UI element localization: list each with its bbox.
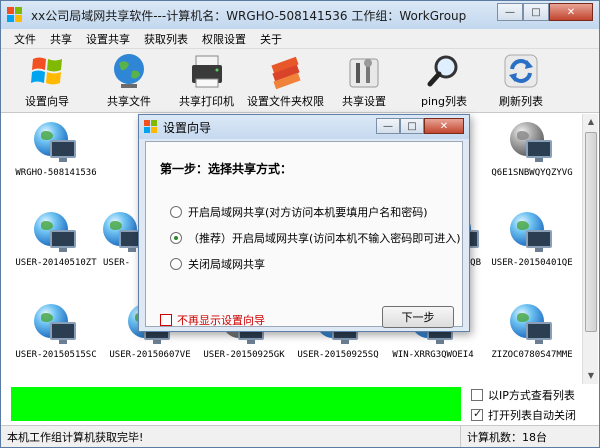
status-bar: 本机工作组计算机获取完毕! 计算机数：18台	[1, 425, 599, 447]
folder-permissions-button[interactable]: 设置文件夹权限	[247, 51, 324, 109]
toolbar: 设置向导 共享文件 共享打印机 设置文件夹权限 共享设置 ping列表 刷新列表	[1, 49, 599, 113]
menu-about[interactable]: 关于	[253, 31, 289, 47]
title-bar[interactable]: xx公司局域网共享软件---计算机名：WRGHO-508141536 工作组：W…	[1, 1, 599, 29]
ping-list-button[interactable]: ping列表	[421, 51, 467, 109]
dialog-body: 第一步：选择共享方式： 开启局域网共享(对方访问本机要填用户名和密码) （推荐）…	[145, 141, 463, 328]
radio-share-with-password[interactable]: 开启局域网共享(对方访问本机要填用户名和密码)	[170, 204, 428, 220]
magnifier-icon	[424, 51, 464, 91]
network-computer-icon	[34, 304, 78, 346]
menu-file[interactable]: 文件	[7, 31, 43, 47]
printer-icon	[187, 51, 227, 91]
computer-item[interactable]: Q6E1SNBWQYQZYVG	[485, 122, 579, 178]
tools-icon	[344, 51, 384, 91]
network-computer-icon	[510, 304, 554, 346]
windows-logo-icon	[7, 7, 23, 23]
step-heading: 第一步：选择共享方式：	[160, 162, 293, 176]
checkbox-box[interactable]	[160, 314, 172, 326]
close-button[interactable]: ✕	[549, 3, 593, 21]
radio-disable-share[interactable]: 关闭局域网共享	[170, 256, 265, 272]
computer-count: 计算机数：18台	[467, 430, 547, 444]
computer-item[interactable]: USER-20150515SC	[9, 304, 103, 360]
setup-wizard-button[interactable]: 设置向导	[25, 51, 69, 109]
scroll-down-icon[interactable]: ▼	[583, 368, 599, 384]
computer-item[interactable]: ZIZOC0780S47MME	[485, 304, 579, 360]
network-computer-offline-icon	[510, 122, 554, 164]
books-icon	[266, 51, 306, 91]
ip-view-checkbox[interactable]: 以IP方式查看列表	[471, 387, 576, 403]
share-settings-button[interactable]: 共享设置	[342, 51, 386, 109]
network-computer-icon	[34, 122, 78, 164]
refresh-list-button[interactable]: 刷新列表	[499, 51, 543, 109]
windows-logo-icon	[27, 51, 67, 91]
main-window: xx公司局域网共享软件---计算机名：WRGHO-508141536 工作组：W…	[0, 0, 600, 448]
auto-close-checkbox[interactable]: 打开列表自动关闭	[471, 407, 576, 423]
vertical-scrollbar[interactable]: ▲ ▼	[582, 114, 598, 384]
checkbox-box[interactable]	[471, 389, 483, 401]
radio-circle[interactable]	[170, 258, 182, 270]
share-printer-button[interactable]: 共享打印机	[179, 51, 234, 109]
globe-icon	[109, 51, 149, 91]
setup-wizard-dialog: 设置向导 — □ ✕ 第一步：选择共享方式： 开启局域网共享(对方访问本机要填用…	[138, 114, 470, 332]
options-panel: 以IP方式查看列表 打开列表自动关闭	[471, 387, 576, 427]
refresh-icon	[501, 51, 541, 91]
window-title: xx公司局域网共享软件---计算机名：WRGHO-508141536 工作组：W…	[31, 8, 467, 23]
scroll-thumb[interactable]	[585, 132, 597, 332]
dialog-maximize-button[interactable]: □	[400, 118, 424, 134]
menu-share[interactable]: 共享	[43, 31, 79, 47]
computer-item[interactable]: WRGHO-508141536	[9, 122, 103, 178]
dialog-title: 设置向导	[163, 120, 212, 135]
share-files-button[interactable]: 共享文件	[107, 51, 151, 109]
scroll-up-icon[interactable]: ▲	[583, 114, 599, 130]
radio-circle[interactable]	[170, 232, 182, 244]
computer-item[interactable]: USER-20150401QE	[485, 212, 579, 268]
menu-permissions[interactable]: 权限设置	[195, 31, 253, 47]
maximize-button[interactable]: □	[523, 3, 549, 21]
dont-show-wizard-checkbox[interactable]: 不再显示设置向导	[160, 312, 265, 328]
status-message: 本机工作组计算机获取完毕!	[1, 426, 461, 447]
radio-share-no-password[interactable]: （推荐）开启局域网共享(访问本机不输入密码即可进入)	[170, 230, 461, 246]
network-computer-icon	[34, 212, 78, 254]
windows-logo-icon	[144, 120, 158, 134]
dialog-minimize-button[interactable]: —	[376, 118, 400, 134]
menu-get-list[interactable]: 获取列表	[137, 31, 195, 47]
network-computer-icon	[510, 212, 554, 254]
dialog-title-bar[interactable]: 设置向导 — □ ✕	[139, 115, 469, 139]
minimize-button[interactable]: —	[497, 3, 523, 21]
menu-bar: 文件 共享 设置共享 获取列表 权限设置 关于	[1, 29, 599, 49]
status-indicator-panel	[11, 387, 461, 421]
menu-share-settings[interactable]: 设置共享	[79, 31, 137, 47]
dialog-close-button[interactable]: ✕	[424, 118, 464, 134]
checkbox-box[interactable]	[471, 407, 483, 421]
next-step-button[interactable]: 下一步	[382, 306, 454, 328]
radio-circle[interactable]	[170, 206, 182, 218]
computer-item[interactable]: USER-20140510ZT	[9, 212, 103, 268]
